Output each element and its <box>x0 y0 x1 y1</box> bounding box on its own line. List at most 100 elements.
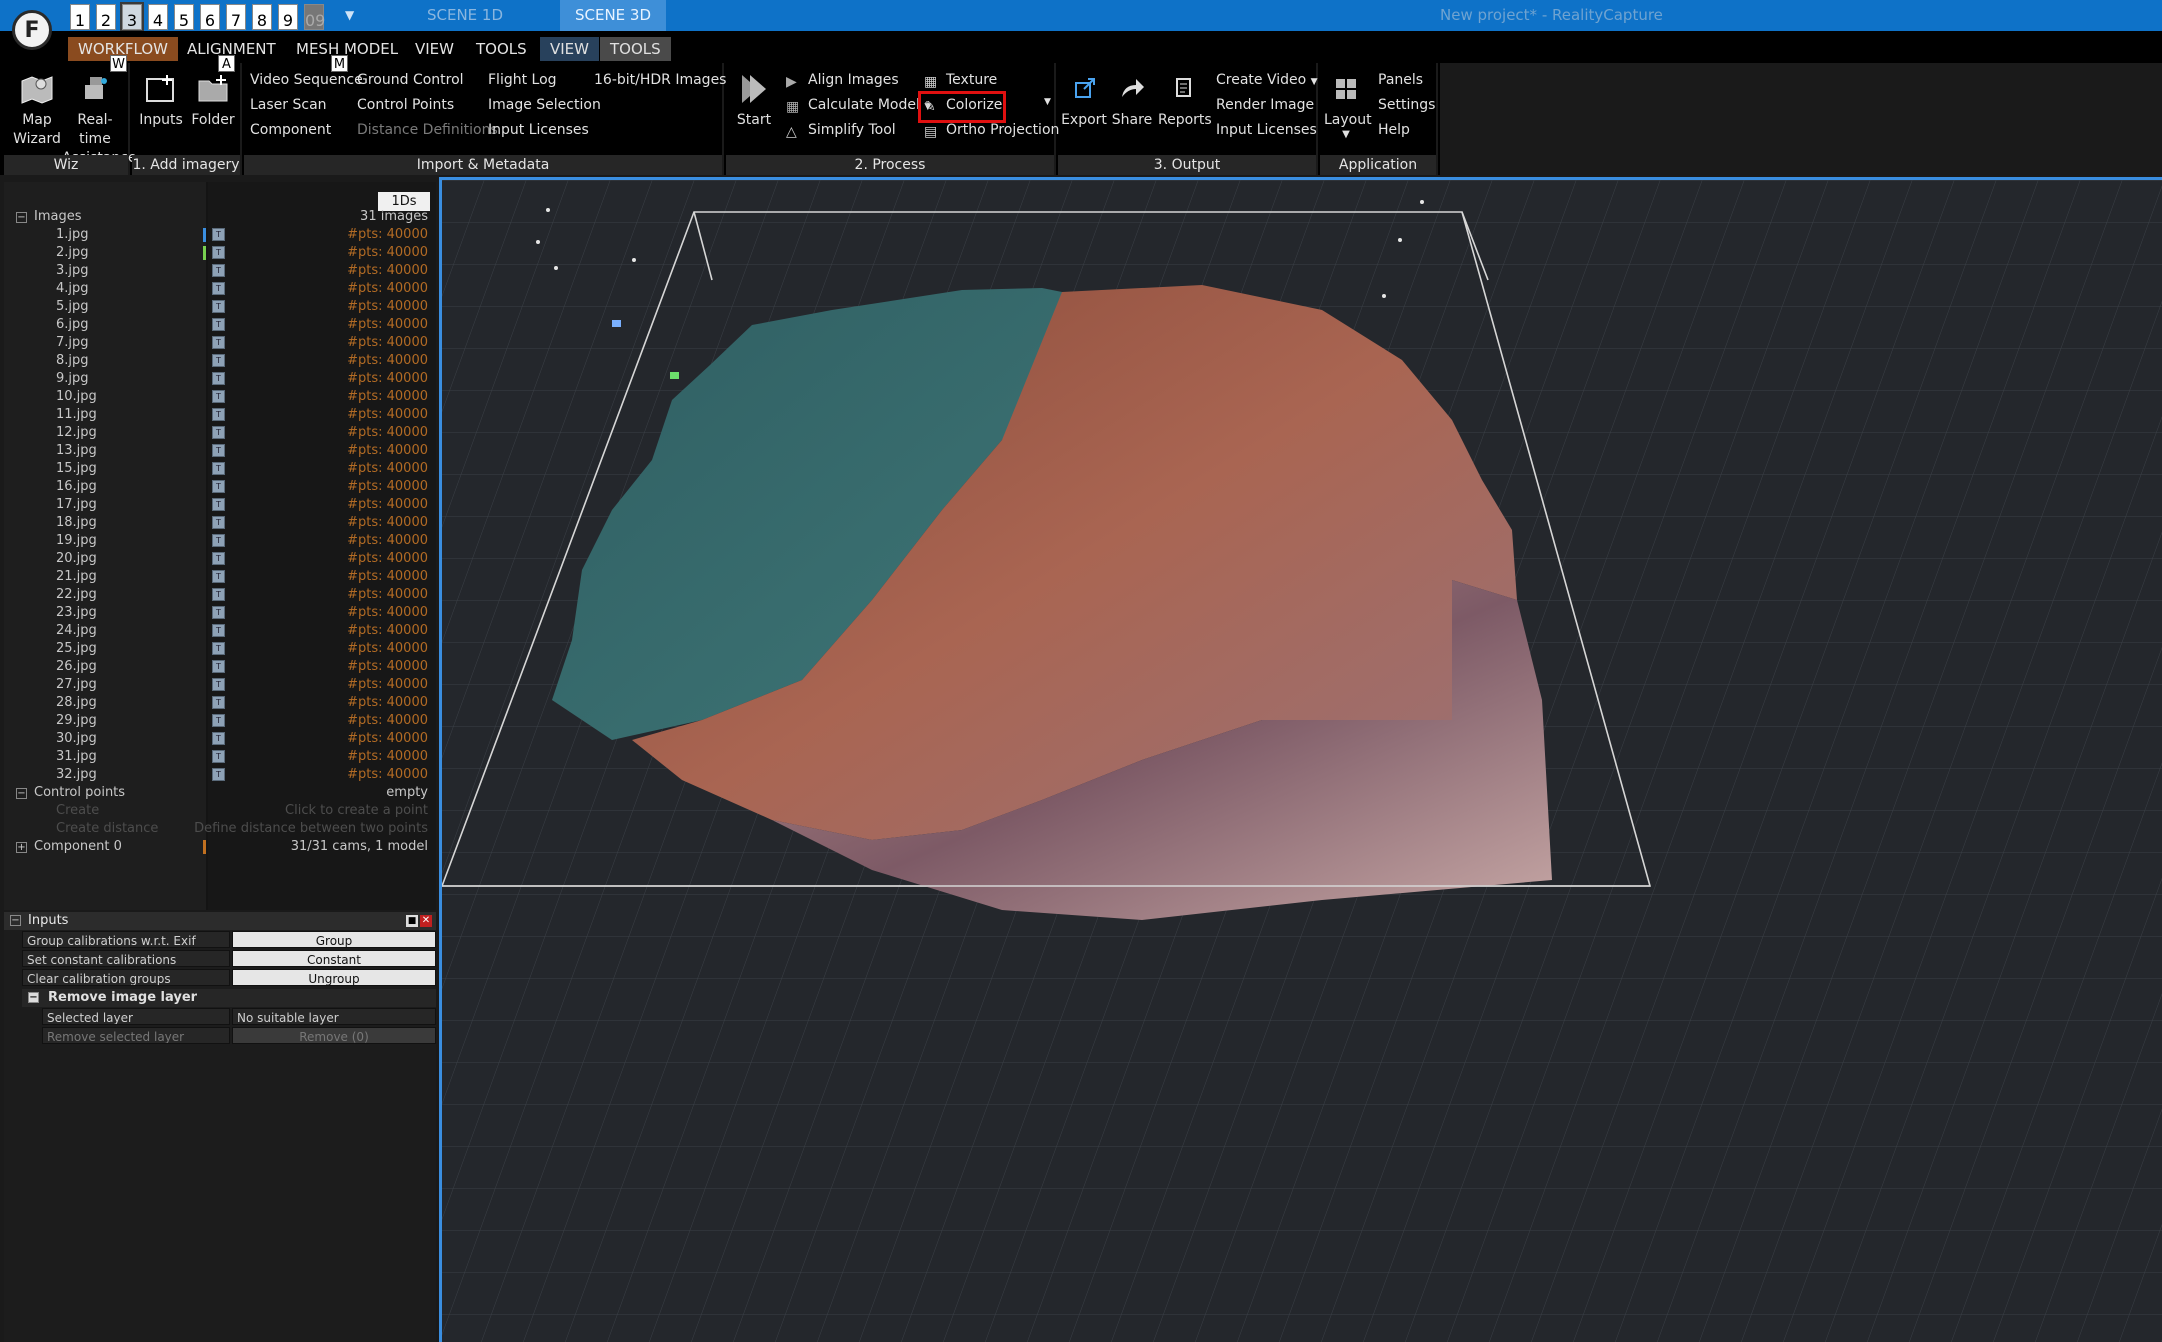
expand-toggle-icon[interactable]: − <box>16 212 27 223</box>
remove-layer-button[interactable]: Remove (0) <box>232 1027 436 1044</box>
image-thumbnail-icon[interactable]: T <box>212 408 225 421</box>
image-thumbnail-icon[interactable]: T <box>212 462 225 475</box>
tree-image-item[interactable]: 23.jpg T #pts: 40000 <box>4 604 436 622</box>
quick-access-arrow-icon[interactable]: ▼ <box>345 8 354 22</box>
layout-tab-5[interactable]: 5 <box>174 4 194 30</box>
expand-toggle-icon[interactable]: − <box>16 788 27 799</box>
active-camera-icon[interactable] <box>670 372 679 379</box>
settings-button[interactable]: Settings <box>1378 97 1435 113</box>
tree-image-item[interactable]: 27.jpg T #pts: 40000 <box>4 676 436 694</box>
menu-view[interactable]: VIEW <box>405 37 464 61</box>
selected-camera-icon[interactable] <box>612 320 621 327</box>
align-images-button[interactable]: ▶ Align Images <box>786 72 899 90</box>
tree-image-item[interactable]: 26.jpg T #pts: 40000 <box>4 658 436 676</box>
distance-definitions-button[interactable]: Distance Definitions <box>357 122 498 138</box>
image-thumbnail-icon[interactable]: T <box>212 534 225 547</box>
tree-image-item[interactable]: 5.jpg T #pts: 40000 <box>4 298 436 316</box>
layout-tab-3[interactable]: 3 <box>120 2 144 32</box>
scene-3d-canvas[interactable] <box>442 180 2162 1342</box>
simplify-tool-button[interactable]: △ Simplify Tool <box>786 122 896 140</box>
tree-image-item[interactable]: 2.jpg T #pts: 40000 <box>4 244 436 262</box>
tree-control-points-node[interactable]: − Control points empty <box>4 784 436 802</box>
image-thumbnail-icon[interactable]: T <box>212 372 225 385</box>
tree-image-item[interactable]: 28.jpg T #pts: 40000 <box>4 694 436 712</box>
expand-toggle-icon[interactable]: + <box>16 842 27 853</box>
create-video-button[interactable]: Create Video ▼ <box>1216 72 1318 88</box>
menu-tools-contextual[interactable]: TOOLS <box>600 37 671 61</box>
tree-image-item[interactable]: 9.jpg T #pts: 40000 <box>4 370 436 388</box>
image-thumbnail-icon[interactable]: T <box>212 678 225 691</box>
image-thumbnail-icon[interactable]: T <box>212 588 225 601</box>
layout-button[interactable]: Layout ▼ <box>1324 71 1372 140</box>
close-panel-icon[interactable]: ✕ <box>420 915 432 927</box>
image-thumbnail-icon[interactable]: T <box>212 606 225 619</box>
layout-tab-4[interactable]: 4 <box>148 4 168 30</box>
image-thumbnail-icon[interactable]: T <box>212 732 225 745</box>
tree-image-item[interactable]: 22.jpg T #pts: 40000 <box>4 586 436 604</box>
tree-image-item[interactable]: 1.jpg T #pts: 40000 <box>4 226 436 244</box>
selected-layer-value[interactable]: No suitable layer <box>232 1008 436 1025</box>
image-thumbnail-icon[interactable]: T <box>212 390 225 403</box>
layout-tab-7[interactable]: 7 <box>226 4 246 30</box>
start-button[interactable]: Start <box>734 71 774 130</box>
float-panel-icon[interactable]: ■ <box>406 915 418 927</box>
tree-image-item[interactable]: 25.jpg T #pts: 40000 <box>4 640 436 658</box>
share-button[interactable]: Share <box>1108 71 1156 130</box>
tree-image-item[interactable]: 19.jpg T #pts: 40000 <box>4 532 436 550</box>
tree-image-item[interactable]: 7.jpg T #pts: 40000 <box>4 334 436 352</box>
image-thumbnail-icon[interactable]: T <box>212 228 225 241</box>
menu-view-contextual[interactable]: VIEW <box>540 37 599 61</box>
collapse-remove-layer-icon[interactable]: − <box>28 992 39 1003</box>
control-points-button[interactable]: Control Points <box>357 97 454 113</box>
help-button[interactable]: Help <box>1378 122 1410 138</box>
tree-create-distance[interactable]: Create distance Define distance between t… <box>4 820 436 838</box>
image-selection-button[interactable]: Image Selection <box>488 97 601 113</box>
tree-image-item[interactable]: 29.jpg T #pts: 40000 <box>4 712 436 730</box>
image-thumbnail-icon[interactable]: T <box>212 498 225 511</box>
layout-tab-6[interactable]: 6 <box>200 4 220 30</box>
image-thumbnail-icon[interactable]: T <box>212 282 225 295</box>
image-thumbnail-icon[interactable]: T <box>212 246 225 259</box>
tree-create-point[interactable]: Create Click to create a point <box>4 802 436 820</box>
tree-image-item[interactable]: 18.jpg T #pts: 40000 <box>4 514 436 532</box>
image-thumbnail-icon[interactable]: T <box>212 696 225 709</box>
image-thumbnail-icon[interactable]: T <box>212 642 225 655</box>
tree-image-item[interactable]: 12.jpg T #pts: 40000 <box>4 424 436 442</box>
image-thumbnail-icon[interactable]: T <box>212 552 225 565</box>
scene-3d-viewport[interactable] <box>439 177 2162 1342</box>
tree-image-item[interactable]: 15.jpg T #pts: 40000 <box>4 460 436 478</box>
tree-image-item[interactable]: 13.jpg T #pts: 40000 <box>4 442 436 460</box>
texture-button[interactable]: ▦ Texture <box>924 72 997 90</box>
constant-button[interactable]: Constant <box>232 950 436 967</box>
tree-image-item[interactable]: 10.jpg T #pts: 40000 <box>4 388 436 406</box>
menu-tools[interactable]: TOOLS <box>466 37 537 61</box>
image-thumbnail-icon[interactable]: T <box>212 768 225 781</box>
tree-image-item[interactable]: 31.jpg T #pts: 40000 <box>4 748 436 766</box>
tree-image-item[interactable]: 6.jpg T #pts: 40000 <box>4 316 436 334</box>
folder-button[interactable]: Folder <box>188 71 238 130</box>
image-thumbnail-icon[interactable]: T <box>212 336 225 349</box>
image-thumbnail-icon[interactable]: T <box>212 264 225 277</box>
tree-image-item[interactable]: 20.jpg T #pts: 40000 <box>4 550 436 568</box>
image-thumbnail-icon[interactable]: T <box>212 624 225 637</box>
collapse-inputs-icon[interactable]: − <box>10 915 21 926</box>
tab-scene-1d[interactable]: SCENE 1D <box>370 0 560 31</box>
image-thumbnail-icon[interactable]: T <box>212 318 225 331</box>
tab-scene-3d[interactable]: SCENE 3D <box>560 0 666 31</box>
layout-tab-8[interactable]: 8 <box>252 4 272 30</box>
ground-control-button[interactable]: Ground Control <box>357 72 464 88</box>
export-button[interactable]: Export <box>1060 71 1108 130</box>
image-thumbnail-icon[interactable]: T <box>212 444 225 457</box>
tree-image-item[interactable]: 21.jpg T #pts: 40000 <box>4 568 436 586</box>
calculate-model-button[interactable]: ▦ Calculate Model ▼ <box>786 97 931 115</box>
group-button[interactable]: Group <box>232 931 436 948</box>
image-thumbnail-icon[interactable]: T <box>212 570 225 583</box>
tree-image-item[interactable]: 11.jpg T #pts: 40000 <box>4 406 436 424</box>
inputs-button[interactable]: Inputs <box>136 71 186 130</box>
layout-tab-2[interactable]: 2 <box>96 4 116 30</box>
tree-image-item[interactable]: 8.jpg T #pts: 40000 <box>4 352 436 370</box>
image-thumbnail-icon[interactable]: T <box>212 354 225 367</box>
image-thumbnail-icon[interactable]: T <box>212 480 225 493</box>
render-image-button[interactable]: Render Image <box>1216 97 1314 113</box>
tree-image-item[interactable]: 16.jpg T #pts: 40000 <box>4 478 436 496</box>
